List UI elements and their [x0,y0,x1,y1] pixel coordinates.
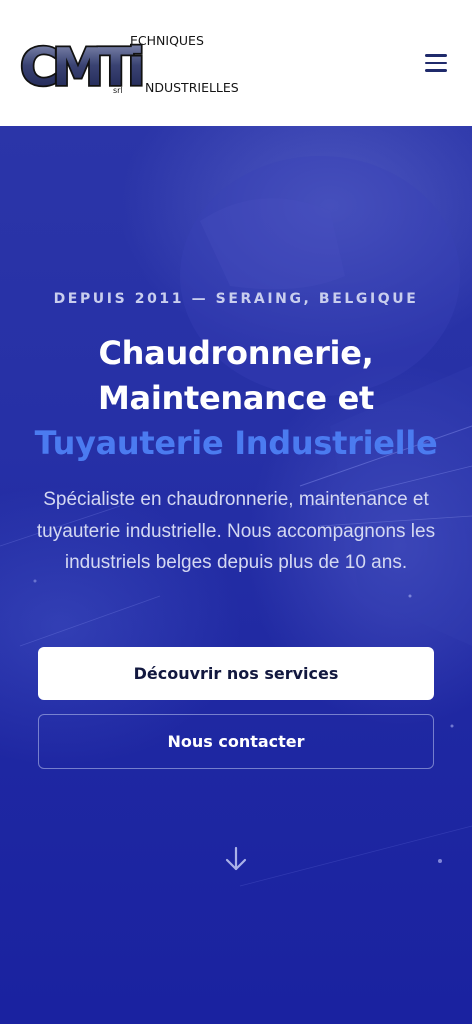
site-header: CMTi ECHNIQUES NDUSTRIELLES srl [0,0,472,126]
hero-title-line: Maintenance et [98,379,374,417]
menu-bar [425,61,447,65]
hero-eyebrow: DEPUIS 2011 — SERAING, BELGIQUE [53,291,419,307]
menu-bar [425,69,447,72]
hero-title-line: Chaudronnerie, [98,334,374,372]
hero-description: Spécialiste en chaudronnerie, maintenanc… [36,489,436,573]
menu-bar [425,54,447,57]
contact-us-button[interactable]: Nous contacter [38,714,434,769]
hero-title-accent: Tuyauterie Industrielle [34,424,438,462]
hamburger-menu-icon[interactable] [420,47,452,79]
svg-text:ECHNIQUES: ECHNIQUES [130,33,204,48]
hero-content: DEPUIS 2011 — SERAING, BELGIQUE Chaudron… [0,126,472,1024]
svg-text:NDUSTRIELLES: NDUSTRIELLES [145,80,239,95]
svg-text:srl: srl [113,86,123,95]
discover-services-button[interactable]: Découvrir nos services [38,647,434,700]
company-logo[interactable]: CMTi ECHNIQUES NDUSTRIELLES srl [18,23,250,103]
hero-title: Chaudronnerie, Maintenance et Tuyauterie… [0,331,472,466]
svg-text:CMTi: CMTi [20,38,141,98]
hero-section: DEPUIS 2011 — SERAING, BELGIQUE Chaudron… [0,126,472,1024]
arrow-down-icon[interactable] [224,846,248,872]
